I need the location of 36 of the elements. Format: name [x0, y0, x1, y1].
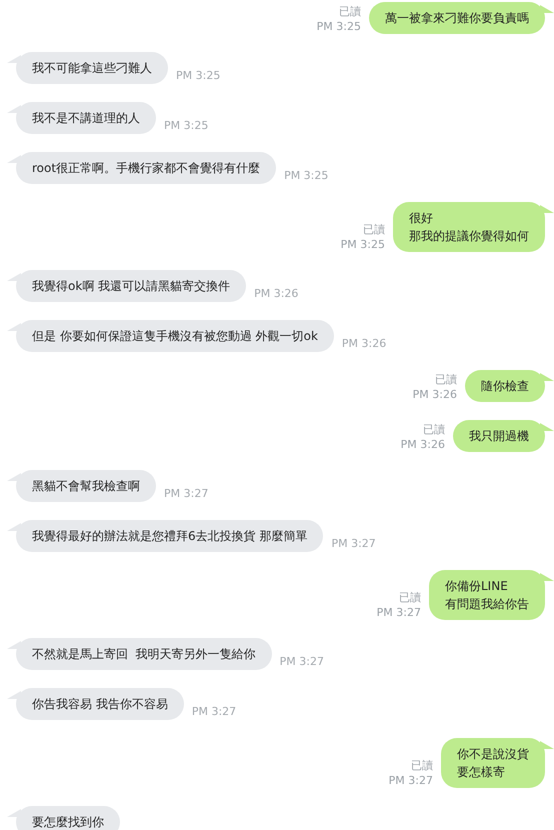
- read-receipt: 已讀: [423, 422, 445, 437]
- message-bubble: 很好 那我的提議你覺得如何: [393, 202, 554, 252]
- message-bubble: 萬一被拿來刁難你要負責嗎: [369, 2, 554, 34]
- message-bubble: 隨你檢查: [465, 370, 554, 402]
- message-bubble: 你備份LINE 有問題我給你告: [429, 570, 554, 620]
- message-bubble: 我覺得ok啊 我還可以請黑貓寄交換件: [7, 270, 246, 302]
- message-time: PM 3:25: [316, 19, 361, 34]
- message-time: PM 3:27: [331, 536, 376, 552]
- message-bubble: 你不是說沒貨 要怎樣寄: [441, 738, 554, 788]
- message-bubble: 我覺得最好的辦法就是您禮拜6去北投換貨 那麼簡單: [7, 520, 324, 552]
- read-receipt: 已讀: [363, 222, 385, 237]
- message-bubble: 你告我容易 我告你不容易: [7, 688, 184, 720]
- read-receipt: 已讀: [339, 4, 361, 19]
- message-bubble: root很正常啊。手機行家都不會覺得有什麼: [7, 152, 276, 184]
- message-bubble: 黑貓不會幫我檢查啊: [7, 470, 156, 502]
- read-receipt: 已讀: [435, 372, 457, 387]
- message-time: PM 3:25: [164, 118, 208, 134]
- message-time: PM 3:26: [254, 286, 298, 302]
- message-time: PM 3:26: [412, 387, 457, 402]
- message-time: PM 3:26: [400, 437, 445, 452]
- message-bubble: 我只開過機: [453, 420, 554, 452]
- message-time: PM 3:27: [164, 486, 208, 502]
- read-receipt: 已讀: [399, 590, 421, 605]
- message-time: PM 3:25: [340, 237, 385, 252]
- message-time: PM 3:27: [280, 654, 324, 670]
- message-time: PM 3:26: [342, 336, 386, 352]
- message-bubble: 不然就是馬上寄回 我明天寄另外一隻給你: [7, 638, 272, 670]
- message-bubble: 但是 你要如何保證這隻手機沒有被您動過 外觀一切ok: [7, 320, 334, 352]
- message-bubble: 我不可能拿這些刁難人: [7, 52, 168, 84]
- message-time: PM 3:25: [284, 168, 328, 184]
- message-time: PM 3:27: [376, 605, 421, 620]
- message-time: PM 3:25: [176, 68, 220, 84]
- message-time: PM 3:27: [192, 704, 236, 720]
- message-bubble: 我不是不講道理的人: [7, 102, 156, 134]
- read-receipt: 已讀: [411, 758, 433, 773]
- message-time: PM 3:27: [388, 773, 433, 788]
